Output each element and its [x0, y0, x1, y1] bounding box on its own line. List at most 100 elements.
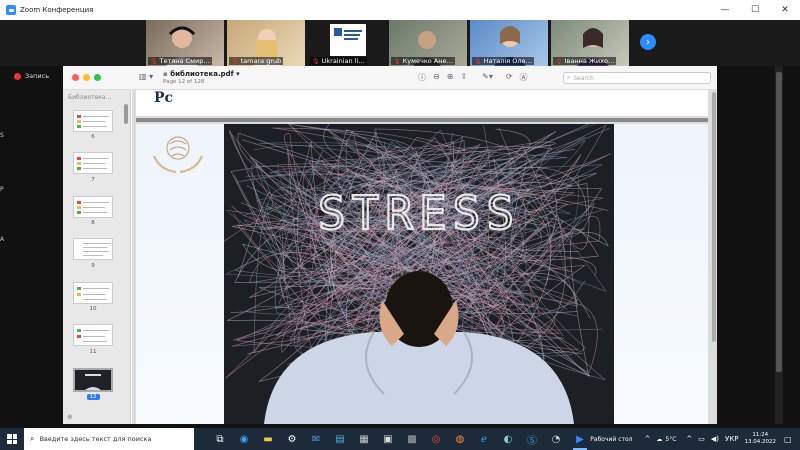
system-tray: Рабочий стол ^ ☁ 5°C ^ ▭ ◀) УКР 11:24 13.…: [590, 428, 800, 450]
zoom-in-icon[interactable]: ⊕: [447, 72, 454, 83]
annotate-icon[interactable]: Ⓐ: [520, 72, 528, 83]
skype-icon[interactable]: Ⓢ: [520, 428, 544, 450]
calculator-icon[interactable]: ▦: [352, 428, 376, 450]
markup-icon[interactable]: ✎▾: [482, 72, 493, 83]
sidebar-title: Библиотека…: [68, 94, 112, 101]
previous-page: Pc: [136, 90, 708, 116]
notifications-icon[interactable]: ▢: [784, 435, 798, 444]
stress-thumbnail-image: [75, 370, 111, 390]
preview-toolbar: ▥ ▾ ▪ библиотека.pdf ▾ Page 12 of 128 ⓘ …: [63, 66, 717, 90]
stress-image: STRESS: [224, 124, 614, 424]
edge-icon[interactable]: ◉: [232, 428, 256, 450]
desktop-fragment: A: [0, 236, 5, 243]
start-button[interactable]: [0, 428, 24, 450]
thumbnail-number: 8: [91, 220, 95, 226]
window-title: Zoom Конференция: [20, 6, 94, 14]
share-icon[interactable]: ⇪: [460, 72, 467, 83]
document-view[interactable]: Pc STRESS: [132, 90, 717, 424]
participant-tile[interactable]: 🎙 Іванна Жихо…: [551, 20, 629, 66]
maximize-icon[interactable]: ☐: [740, 0, 770, 20]
minimize-icon[interactable]: —: [710, 0, 740, 20]
participant-tile[interactable]: 🎙 Тетяна Смир…: [146, 20, 224, 66]
clock[interactable]: 11:24 13.04.2022: [745, 432, 777, 445]
participant-name: tamara grub: [240, 57, 282, 65]
close-icon[interactable]: ✕: [770, 0, 800, 20]
page-thumbnail[interactable]: [73, 110, 113, 132]
brain-hands-icon: [152, 136, 204, 174]
rotate-icon[interactable]: ⟳: [506, 72, 513, 83]
page-divider: [136, 118, 708, 122]
thumbnail-number: 11: [89, 349, 97, 355]
scrollbar-thumb[interactable]: [776, 72, 782, 372]
windows-logo-icon: [7, 434, 17, 444]
document-title-area[interactable]: ▪ библиотека.pdf ▾ Page 12 of 128: [163, 70, 240, 85]
record-dot-icon: [14, 72, 21, 80]
search-input[interactable]: ⌕ Search: [563, 72, 711, 84]
thumbnail-number-selected: 12: [73, 394, 113, 400]
mail-icon[interactable]: ✉: [304, 428, 328, 450]
weather-widget[interactable]: ☁ 5°C: [656, 436, 676, 443]
zoom-taskbar-icon[interactable]: ▶: [568, 428, 592, 450]
page-thumbnail[interactable]: [73, 282, 113, 304]
page-thumbnail[interactable]: [73, 152, 113, 174]
document-title: библиотека.pdf: [170, 70, 234, 78]
desktop-fragment: Р: [0, 186, 4, 193]
document-scrollbar[interactable]: [712, 92, 716, 342]
thumbnail-number: 9: [91, 263, 95, 269]
shared-screen-scrollbar[interactable]: [775, 66, 783, 424]
participant-tile[interactable]: 🎙 tamara grub: [227, 20, 305, 66]
participant-tile[interactable]: 🎙 Ukrainian li…: [308, 20, 386, 66]
file-explorer-icon[interactable]: ▬: [256, 428, 280, 450]
gallery-next-icon[interactable]: ›: [640, 34, 656, 50]
sidebar-options-icon[interactable]: ⊕: [67, 413, 73, 421]
close-window-icon[interactable]: [72, 74, 79, 81]
zoom-titlebar: Zoom Конференция — ☐ ✕: [0, 0, 800, 20]
page-thumbnail-selected[interactable]: [73, 368, 113, 392]
desktop-fragment: S: [0, 132, 4, 139]
app-icon[interactable]: ▩: [400, 428, 424, 450]
sidebar-toggle-icon[interactable]: ▥ ▾: [139, 72, 153, 81]
task-view-icon[interactable]: ⧉: [208, 428, 232, 450]
tray-expand-icon[interactable]: ^: [686, 435, 692, 443]
participant-name: Ukrainian li…: [321, 57, 365, 65]
minimize-window-icon[interactable]: [83, 74, 90, 81]
mic-muted-icon: 🎙: [555, 57, 563, 65]
window-controls: — ☐ ✕: [710, 0, 800, 20]
store-icon[interactable]: ▤: [328, 428, 352, 450]
current-page: STRESS: [136, 124, 708, 424]
stress-word: STRESS: [318, 186, 520, 240]
zoom-window-icon[interactable]: [94, 74, 101, 81]
recording-indicator[interactable]: Запись: [14, 72, 49, 80]
firefox-icon[interactable]: ◍: [448, 428, 472, 450]
network-icon[interactable]: ▭: [698, 435, 705, 443]
sidebar-scrollbar[interactable]: [124, 104, 128, 124]
mic-muted-icon: 🎙: [231, 57, 239, 65]
mic-muted-icon: 🎙: [150, 57, 158, 65]
page-thumbnail[interactable]: [73, 238, 113, 260]
app-icon[interactable]: ◔: [544, 428, 568, 450]
thumbnail-number: 10: [89, 306, 97, 312]
mic-muted-icon: 🎙: [312, 57, 320, 65]
photos-icon[interactable]: ▣: [376, 428, 400, 450]
participant-tile[interactable]: 🎙 Кумечко Ане…: [389, 20, 467, 66]
stress-illustration: STRESS: [224, 124, 614, 424]
traffic-lights: [72, 74, 101, 81]
info-icon[interactable]: ⓘ: [418, 72, 426, 83]
chevron-up-icon[interactable]: ^: [645, 435, 651, 443]
participant-tile[interactable]: 🎙 Наталія Оле…: [470, 20, 548, 66]
settings-icon[interactable]: ⚙: [280, 428, 304, 450]
desktop-label[interactable]: Рабочий стол: [590, 436, 632, 443]
taskbar-search[interactable]: ⌕ Введите здесь текст для поиска: [24, 428, 194, 450]
page-info: Page 12 of 128: [163, 79, 205, 85]
previous-page-text: Pc: [154, 90, 174, 106]
zoom-out-icon[interactable]: ⊖: [433, 72, 440, 83]
participant-gallery: 🎙 Тетяна Смир… 🎙 tamara grub 🎙 Ukrainian li…: [0, 20, 800, 66]
volume-icon[interactable]: ◀): [711, 435, 719, 443]
participant-name: Наталія Оле…: [483, 57, 532, 65]
page-thumbnail[interactable]: [73, 324, 113, 346]
page-thumbnail[interactable]: [73, 196, 113, 218]
ie-icon[interactable]: ℯ: [472, 428, 496, 450]
language-indicator[interactable]: УКР: [725, 435, 738, 443]
app-icon[interactable]: ◐: [496, 428, 520, 450]
chrome-icon[interactable]: ◎: [424, 428, 448, 450]
